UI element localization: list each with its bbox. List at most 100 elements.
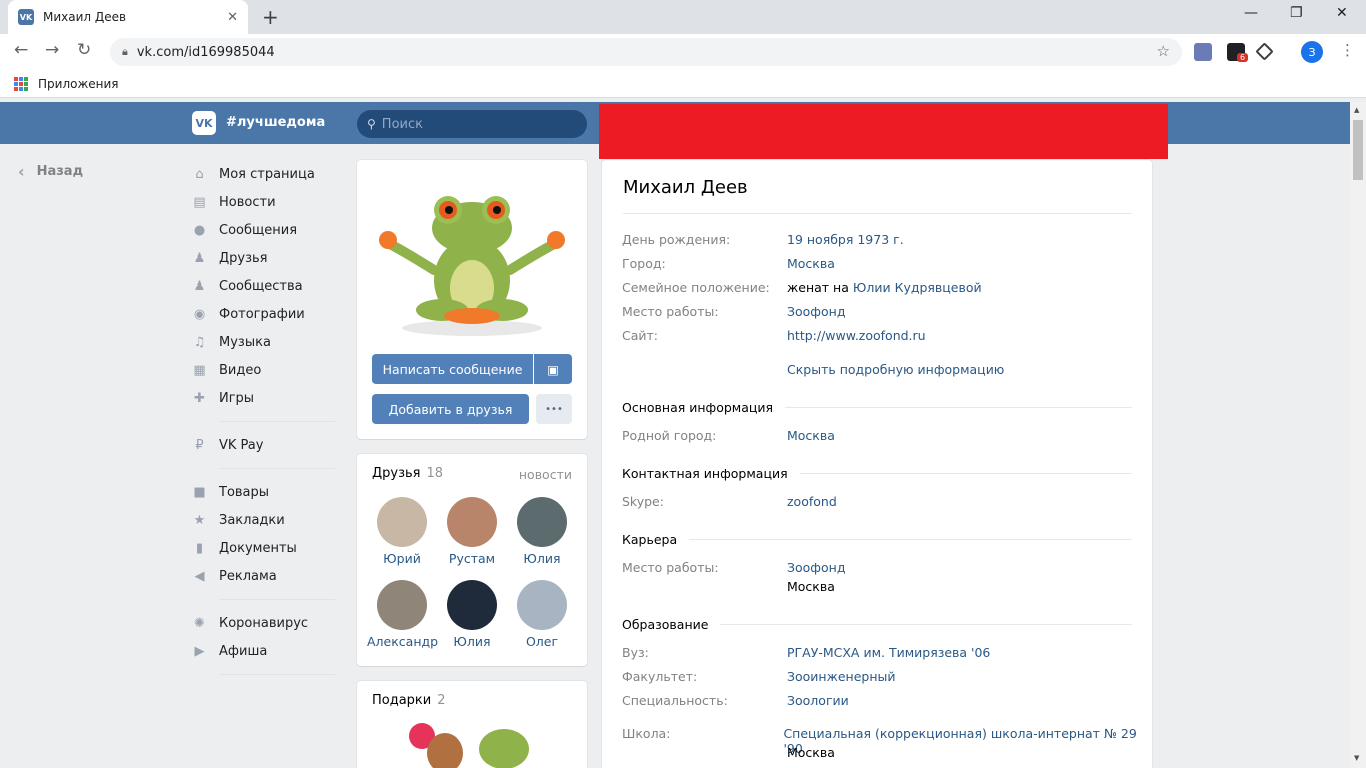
extension-icon[interactable] bbox=[1194, 43, 1212, 61]
nav-item-coronavirus[interactable]: ✺ Коронавирус bbox=[192, 609, 335, 637]
friends-header[interactable]: Друзья 18 bbox=[372, 466, 443, 481]
info-row-university: Вуз: РГАУ-МСХА им. Тимирязева '06 bbox=[622, 645, 991, 660]
section-education: Образование bbox=[622, 617, 1132, 632]
chevron-left-icon: ‹ bbox=[18, 162, 25, 181]
profile-photo[interactable] bbox=[372, 170, 572, 350]
friends-card: Друзья 18 новости Юрий Рустам Юлия Алекса… bbox=[357, 454, 587, 666]
friend-avatar bbox=[517, 497, 567, 547]
more-actions-button[interactable]: ••• bbox=[536, 394, 572, 424]
forward-arrow-icon[interactable]: → bbox=[45, 40, 59, 60]
nav-item-my-page[interactable]: ⌂ Моя страница bbox=[192, 160, 335, 188]
nav-item-documents[interactable]: ▮ Документы bbox=[192, 534, 335, 562]
close-window-icon[interactable]: ✕ bbox=[1336, 5, 1348, 21]
play-icon: ▶ bbox=[194, 643, 205, 659]
profile-avatar[interactable]: З bbox=[1301, 41, 1323, 63]
extension-badge: 6 bbox=[1237, 53, 1249, 62]
restore-icon[interactable]: ❐ bbox=[1290, 5, 1303, 21]
nav-item-video[interactable]: ▦ Видео bbox=[192, 356, 335, 384]
back-label: Назад bbox=[36, 164, 84, 179]
nav-item-ads[interactable]: ◀ Реклама bbox=[192, 562, 335, 590]
games-icon: ✚ bbox=[194, 390, 205, 406]
friend-item[interactable]: Александр bbox=[367, 580, 438, 649]
search-icon: ⚲ bbox=[367, 117, 376, 131]
send-gift-button[interactable]: ▣ bbox=[534, 354, 572, 384]
scroll-down-icon[interactable]: ▼ bbox=[1354, 754, 1359, 762]
section-career: Карьера bbox=[622, 532, 1132, 547]
communities-icon: ♟ bbox=[193, 278, 206, 294]
vk-logo-icon[interactable]: VK bbox=[192, 111, 216, 135]
friend-avatar bbox=[447, 580, 497, 630]
close-tab-icon[interactable]: ✕ bbox=[227, 10, 238, 25]
nav-divider bbox=[219, 674, 335, 675]
video-icon: ▦ bbox=[193, 362, 206, 378]
browser-menu-icon[interactable]: ⋮ bbox=[1340, 41, 1355, 59]
apps-grid-icon[interactable] bbox=[14, 76, 28, 91]
music-icon: ♫ bbox=[193, 334, 206, 350]
back-link[interactable]: ‹ Назад bbox=[18, 162, 83, 181]
nav-item-afisha[interactable]: ▶ Афиша bbox=[192, 637, 335, 665]
left-navigation: ⌂ Моя страница ▤ Новости ● Сообщения ♟ Друзь… bbox=[192, 160, 335, 684]
nav-item-music[interactable]: ♫ Музыка bbox=[192, 328, 335, 356]
vkpay-icon: ₽ bbox=[195, 437, 204, 453]
back-arrow-icon[interactable]: ← bbox=[14, 40, 28, 60]
nav-item-bookmarks[interactable]: ★ Закладки bbox=[192, 506, 335, 534]
friends-news-link[interactable]: новости bbox=[519, 467, 572, 482]
nav-item-goods[interactable]: ■ Товары bbox=[192, 478, 335, 506]
nav-item-vkpay[interactable]: ₽ VK Pay bbox=[192, 431, 335, 459]
gift-dog-image[interactable] bbox=[427, 733, 463, 768]
gift-icon: ▣ bbox=[547, 361, 559, 377]
friend-item[interactable]: Олег bbox=[507, 580, 577, 649]
gift-frog-image[interactable] bbox=[479, 729, 529, 768]
nav-divider bbox=[219, 421, 335, 422]
home-icon: ⌂ bbox=[195, 166, 204, 182]
browser-tab-strip: VK Михаил Деев ✕ + — ❐ ✕ bbox=[0, 0, 1366, 34]
info-row-career-work: Место работы: Зоофонд bbox=[622, 560, 846, 575]
vk-favicon-icon: VK bbox=[18, 9, 34, 25]
gifts-header[interactable]: Подарки 2 bbox=[372, 693, 446, 708]
bookmark-apps[interactable]: Приложения bbox=[38, 77, 119, 91]
browser-toolbar: ← → ↻ 🔒︎ vk.com/id169985044 ☆ 6 З ⋮ bbox=[0, 34, 1366, 70]
gifts-card: Подарки 2 bbox=[357, 681, 587, 768]
profile-info-card: Михаил Деев День рождения: 19 ноября 1973… bbox=[602, 160, 1152, 768]
megaphone-icon: ◀ bbox=[194, 568, 205, 584]
bookmarks-bar: Приложения bbox=[0, 70, 1366, 98]
friend-item[interactable]: Юлия bbox=[437, 580, 507, 649]
friend-item[interactable]: Юлия bbox=[507, 497, 577, 566]
info-row-career-city: Москва bbox=[787, 579, 835, 594]
bookmark-star-icon[interactable]: ☆ bbox=[1157, 42, 1170, 60]
send-message-button[interactable]: Написать сообщение bbox=[372, 354, 533, 384]
nav-item-games[interactable]: ✚ Игры bbox=[192, 384, 335, 412]
nav-item-news[interactable]: ▤ Новости bbox=[192, 188, 335, 216]
hide-details-link[interactable]: Скрыть подробную информацию bbox=[787, 362, 1004, 377]
search-input[interactable]: ⚲ Поиск bbox=[357, 110, 587, 138]
header-hashtag[interactable]: #лучшедома bbox=[226, 115, 325, 130]
nav-item-friends[interactable]: ♟ Друзья bbox=[192, 244, 335, 272]
divider bbox=[623, 213, 1132, 214]
profile-photo-card: Написать сообщение ▣ Добавить в друзья •… bbox=[357, 160, 587, 439]
browser-tab[interactable]: VK Михаил Деев ✕ bbox=[8, 0, 248, 34]
nav-item-communities[interactable]: ♟ Сообщества bbox=[192, 272, 335, 300]
address-bar[interactable]: 🔒︎ vk.com/id169985044 ☆ bbox=[110, 38, 1182, 66]
friend-item[interactable]: Юрий bbox=[367, 497, 437, 566]
nav-item-messages[interactable]: ● Сообщения bbox=[192, 216, 335, 244]
scroll-thumb[interactable] bbox=[1353, 120, 1363, 180]
friend-item[interactable]: Рустам bbox=[437, 497, 507, 566]
virus-icon: ✺ bbox=[194, 615, 205, 631]
nav-item-photos[interactable]: ◉ Фотографии bbox=[192, 300, 335, 328]
reload-icon[interactable]: ↻ bbox=[77, 40, 91, 60]
minimize-icon[interactable]: — bbox=[1244, 5, 1258, 21]
page-scrollbar[interactable]: ▲ ▼ bbox=[1350, 102, 1366, 768]
friend-avatar bbox=[377, 497, 427, 547]
lock-icon: 🔒︎ bbox=[122, 45, 128, 58]
redaction-bar bbox=[599, 104, 1168, 159]
info-row-faculty: Факультет: Зооинженерный bbox=[622, 669, 896, 684]
new-tab-icon[interactable]: + bbox=[262, 5, 279, 29]
add-friend-button[interactable]: Добавить в друзья bbox=[372, 394, 529, 424]
drive-icon[interactable] bbox=[1255, 42, 1274, 61]
info-row-site: Сайт: http://www.zoofond.ru bbox=[622, 328, 926, 343]
messages-icon: ● bbox=[193, 222, 206, 238]
info-row-birthday: День рождения: 19 ноября 1973 г. bbox=[622, 232, 904, 247]
scroll-up-icon[interactable]: ▲ bbox=[1354, 106, 1359, 114]
section-basic: Основная информация bbox=[622, 400, 1132, 415]
info-row-relationship: Семейное положение: женат на Юлии Кудрявц… bbox=[622, 280, 982, 295]
